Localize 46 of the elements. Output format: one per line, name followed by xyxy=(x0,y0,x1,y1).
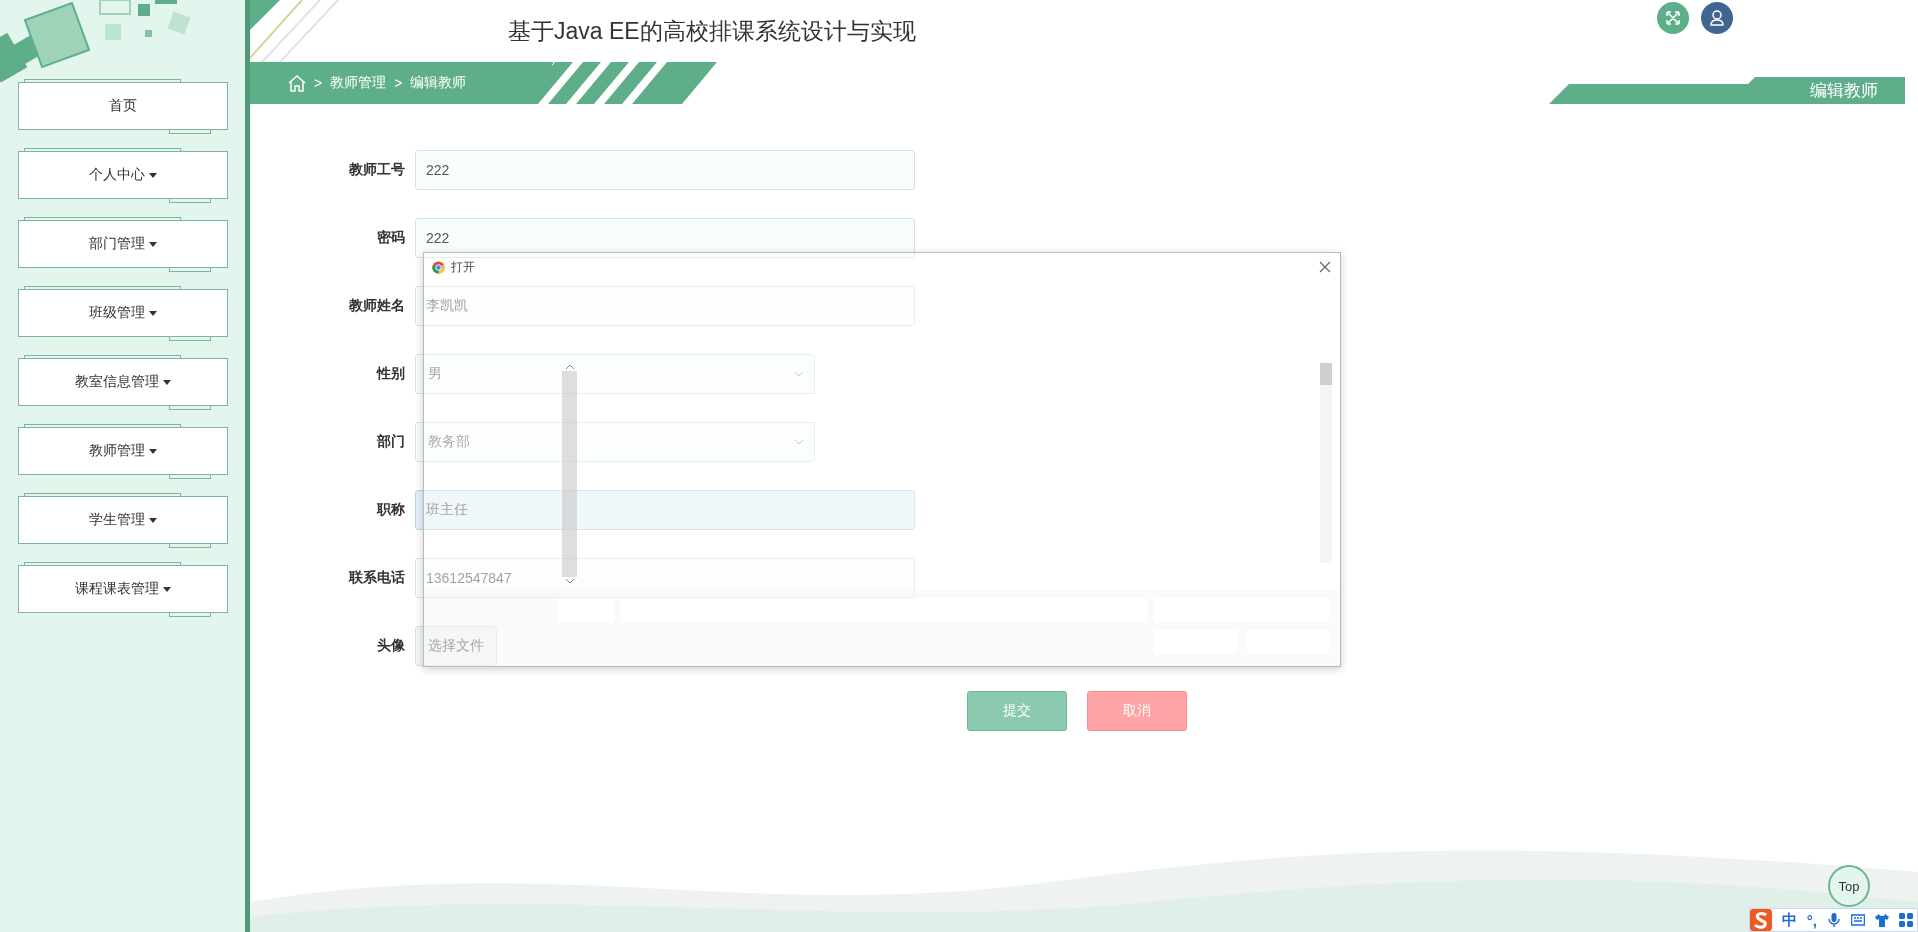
fullscreen-button[interactable] xyxy=(1657,2,1689,34)
breadcrumb-separator: > xyxy=(394,75,403,91)
page-title: 基于Java EE的高校排课系统设计与实现 xyxy=(508,16,916,46)
caret-icon xyxy=(148,172,157,178)
user-icon xyxy=(1710,10,1724,26)
grid-icon[interactable] xyxy=(1899,913,1913,927)
caret-icon xyxy=(162,379,171,385)
field-label: 教师工号 xyxy=(348,161,405,179)
dialog-title: 打开 xyxy=(451,258,475,276)
microphone-icon[interactable] xyxy=(1827,913,1841,927)
caret-icon xyxy=(148,517,157,523)
field-label: 密码 xyxy=(376,229,405,247)
ime-option[interactable]: °, xyxy=(1806,911,1817,929)
keyboard-icon[interactable] xyxy=(1851,913,1865,927)
blank-field[interactable] xyxy=(558,598,614,622)
ime-option[interactable]: 中 xyxy=(1781,910,1797,930)
chevron-up-icon[interactable] xyxy=(564,363,575,371)
input-field[interactable]: 222 xyxy=(415,218,915,258)
expand-icon xyxy=(1666,11,1680,25)
input-field[interactable]: 李凯凯 xyxy=(415,286,915,326)
caret-icon xyxy=(162,586,171,592)
chevron-down-icon[interactable] xyxy=(564,577,575,585)
caret-icon xyxy=(148,448,157,454)
scrollbar[interactable] xyxy=(562,363,577,585)
browser-icon xyxy=(432,260,445,274)
caret-icon xyxy=(148,241,157,247)
breadcrumb-link[interactable]: 编辑教师 xyxy=(410,74,467,92)
blank-field[interactable] xyxy=(620,598,1148,622)
shirt-icon[interactable] xyxy=(1875,913,1889,927)
scrollbar[interactable] xyxy=(1320,363,1332,563)
breadcrumb-link[interactable]: 教师管理 xyxy=(330,74,387,92)
field-label: 教师姓名 xyxy=(348,297,405,315)
home-icon[interactable] xyxy=(288,74,306,92)
input-field[interactable]: 222 xyxy=(415,150,915,190)
field-label: 职称 xyxy=(375,501,405,519)
caret-icon xyxy=(148,310,157,316)
field-label: 头像 xyxy=(376,637,405,655)
close-button[interactable] xyxy=(1318,260,1332,274)
field-label: 性别 xyxy=(375,365,405,383)
chevron-icon xyxy=(794,439,804,445)
breadcrumb-separator: > xyxy=(314,75,323,91)
field-label: 部门 xyxy=(376,433,405,451)
field-label: 联系电话 xyxy=(347,569,405,587)
ime-logo-icon[interactable] xyxy=(1749,909,1772,931)
chevron-icon xyxy=(794,371,804,377)
user-button[interactable] xyxy=(1701,2,1733,34)
